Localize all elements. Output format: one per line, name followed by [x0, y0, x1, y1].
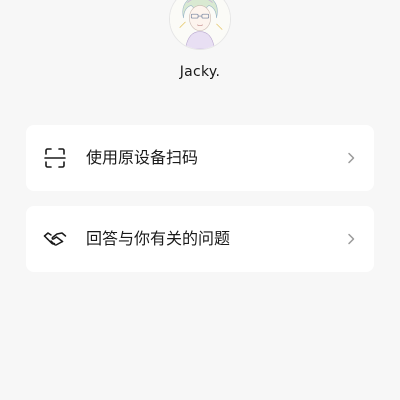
- answer-related-questions-item[interactable]: 回答与你有关的问题: [26, 206, 374, 272]
- scan-with-original-device-item[interactable]: 使用原设备扫码: [26, 125, 374, 191]
- chevron-right-icon: [346, 152, 356, 164]
- avatar-illustration: [170, 0, 230, 49]
- scan-item-label: 使用原设备扫码: [86, 148, 199, 167]
- avatar: [169, 0, 231, 50]
- answer-questions-item-label: 回答与你有关的问题: [86, 229, 231, 248]
- scan-icon: [43, 146, 67, 170]
- username: Jacky.: [179, 64, 221, 80]
- handshake-icon: [43, 227, 67, 251]
- chevron-right-icon: [346, 233, 356, 245]
